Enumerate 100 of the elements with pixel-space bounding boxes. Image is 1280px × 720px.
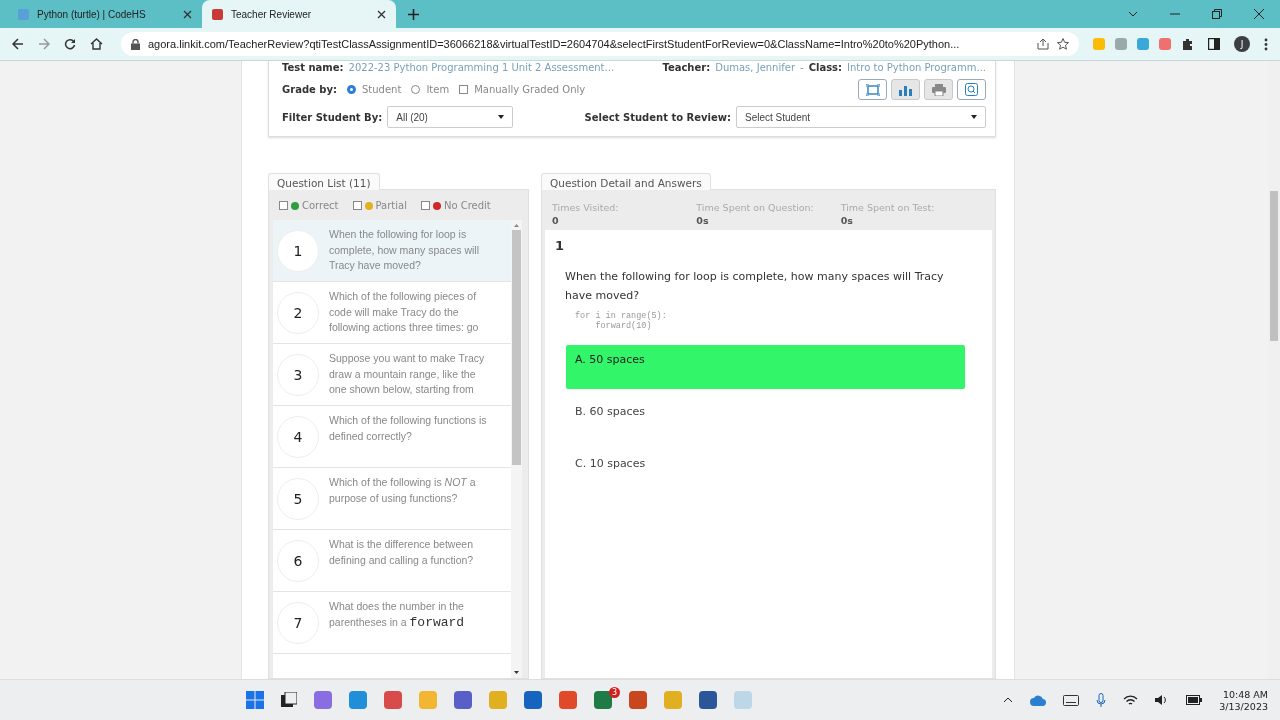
notification-badge: 3: [609, 687, 620, 698]
keyboard-icon[interactable]: [1063, 694, 1080, 706]
print-button[interactable]: [924, 79, 953, 100]
separator: -: [800, 61, 804, 73]
question-text: When the following for loop is complete, how many spaces will Tracy have moved?: [564, 269, 945, 304]
battery-icon[interactable]: [1186, 695, 1203, 705]
new-tab-icon[interactable]: [408, 8, 419, 20]
cloud-icon[interactable]: [1030, 694, 1047, 706]
puzzle-icon[interactable]: [1181, 37, 1194, 51]
answer-option: B. 60 spaces: [566, 397, 965, 441]
chevron-up-icon[interactable]: [1003, 697, 1014, 703]
filter-label: No Credit: [443, 200, 491, 211]
class-label: Class:: [808, 61, 843, 73]
forward-icon[interactable]: [38, 38, 50, 50]
checkbox-label: Manually Graded Only: [474, 84, 586, 95]
expand-button[interactable]: [858, 79, 887, 100]
question-number: 7: [277, 601, 319, 644]
question-number: 1: [277, 229, 319, 272]
clock-time: 10:48 AM: [1222, 688, 1268, 700]
scrollbar[interactable]: [511, 220, 522, 678]
question-text: What is the difference between defining and calling a function?: [329, 537, 475, 568]
address-field[interactable]: agora.linkit.com/TeacherReview?qtiTestClassAssignmentID=36066218&virtualTestID=2604704&selectFirstStudentForReview=0&ClassName=Intro%20to%20Python...: [121, 32, 1079, 56]
question-text: Which of the following functions is defined correctly?: [329, 413, 488, 444]
panel-title: Question List (11): [268, 173, 380, 190]
question-text: When the following for loop is complete, how many spaces will Tracy have moved?: [329, 227, 480, 273]
scroll-down-icon[interactable]: [514, 671, 519, 674]
question-text: Which of the following pieces of code will make Tracy do the following actions three times: go: [329, 289, 480, 335]
windows-icon[interactable]: [246, 691, 265, 709]
radio-button[interactable]: [347, 85, 356, 94]
select-student-label: Select Student to Review:: [584, 111, 731, 123]
extension-icon[interactable]: [1137, 38, 1149, 50]
sidebar-icon[interactable]: [1208, 38, 1220, 50]
wifi-icon[interactable]: [1123, 694, 1139, 706]
stat-value: 0s: [840, 215, 854, 226]
favicon-icon: [212, 8, 223, 20]
filter-label: Correct: [302, 200, 339, 211]
stat-label: Time Spent on Test:: [840, 202, 936, 213]
answer-option: A. 50 spaces: [566, 345, 965, 389]
test-name: 2022-23 Python Programming 1 Unit 2 Assessment...: [348, 61, 615, 73]
caret-icon: [498, 115, 505, 119]
task-view-icon[interactable]: [281, 692, 298, 708]
question-number: 4: [277, 415, 319, 458]
stat-value: 0s: [696, 215, 710, 226]
expand-icon: [865, 83, 880, 96]
browser-tab[interactable]: Python (turtle) | CodeHS: [8, 0, 202, 28]
favicon-icon: [18, 8, 29, 20]
filter-label: Filter Student By:: [282, 111, 383, 123]
more-icon[interactable]: [1264, 37, 1268, 51]
question-text: Suppose you want to make Tracy draw a mountain range, like the one shown below, starting from: [329, 351, 486, 397]
stat-label: Times Visited:: [552, 202, 620, 213]
clock-date: 3/13/2023: [1219, 700, 1268, 712]
student-dropdown[interactable]: Select Student: [736, 106, 986, 128]
teacher-name: Dumas, Jennifer: [715, 61, 796, 73]
close-icon[interactable]: [1254, 9, 1264, 19]
question-number: 1: [555, 238, 566, 253]
checkbox[interactable]: [459, 85, 469, 94]
scroll-up-icon[interactable]: [514, 224, 519, 227]
stat-value: 0: [552, 215, 560, 226]
printer-icon: [931, 83, 946, 96]
extension-icon[interactable]: [1159, 38, 1171, 50]
filter-dropdown[interactable]: All (20): [387, 106, 514, 128]
test-name-label: Test name:: [282, 61, 344, 73]
close-icon[interactable]: [377, 9, 386, 19]
profile-avatar[interactable]: J: [1234, 36, 1250, 52]
preview-button[interactable]: [957, 79, 986, 100]
reload-icon[interactable]: [64, 38, 76, 50]
checkbox[interactable]: [420, 201, 430, 210]
answer-option: C. 10 spaces: [566, 449, 965, 493]
checkbox[interactable]: [279, 201, 288, 210]
browser-tab[interactable]: Teacher Reviewer: [202, 0, 396, 28]
question-number: 5: [277, 477, 319, 520]
checkbox[interactable]: [352, 201, 362, 210]
chevron-icon[interactable]: [1128, 11, 1138, 17]
panel-title: Question Detail and Answers: [541, 173, 711, 190]
teacher-label: Teacher:: [662, 61, 711, 73]
filter-label: Partial: [375, 200, 407, 211]
lock-icon: [131, 38, 140, 50]
radio-label: Item: [426, 84, 450, 95]
question-number: 2: [277, 291, 319, 334]
caret-icon: [971, 115, 977, 119]
close-icon[interactable]: [183, 9, 192, 19]
question-text: Which of the following is NOT a purpose of using functions?: [329, 475, 477, 506]
restore-icon[interactable]: [1212, 9, 1222, 19]
bar-chart-icon: [899, 83, 912, 96]
question-number: 6: [277, 539, 319, 582]
radio-label: Student: [362, 84, 402, 95]
class-name: Intro to Python Programm...: [847, 61, 986, 73]
chart-button[interactable]: [891, 79, 920, 100]
question-item[interactable]: 1 When the following for loop is complete, how many spaces will Tracy have moved?: [273, 220, 511, 282]
search-icon: [965, 83, 978, 96]
question-number: 3: [277, 353, 319, 396]
stat-label: Time Spent on Question:: [696, 202, 815, 213]
microphone-icon[interactable]: [1096, 692, 1107, 708]
back-icon[interactable]: [12, 38, 24, 50]
home-icon[interactable]: [90, 38, 103, 50]
share-icon[interactable]: [1037, 38, 1049, 50]
grade-by-label: Grade by:: [282, 84, 337, 95]
question-text: What does the number in the parentheses in a forward: [329, 599, 466, 632]
code-snippet: for i in range(5): forward(10): [575, 311, 667, 331]
star-icon[interactable]: [1057, 38, 1069, 50]
